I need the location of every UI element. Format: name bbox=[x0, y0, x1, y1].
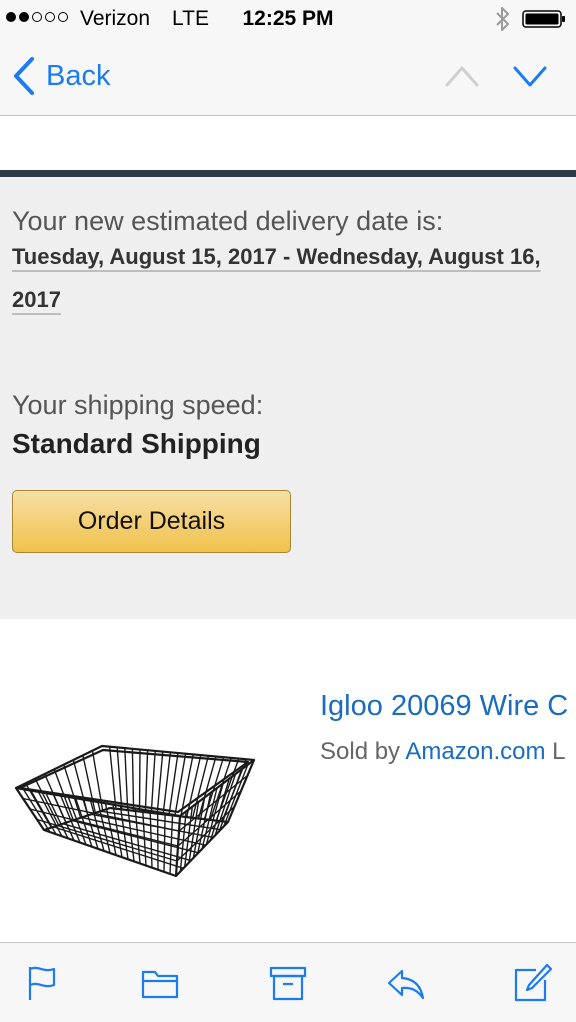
delivery-date-year: 2017 bbox=[12, 287, 61, 312]
seller-suffix: L bbox=[545, 738, 566, 765]
battery-icon bbox=[522, 10, 566, 28]
cropped-text-remnant bbox=[12, 103, 196, 116]
section-divider bbox=[0, 170, 576, 177]
delivery-date-label: Your new estimated delivery date is: bbox=[12, 206, 444, 236]
seller-link[interactable]: Amazon.com bbox=[405, 738, 545, 765]
back-label: Back bbox=[46, 59, 111, 92]
shipping-speed-value: Standard Shipping bbox=[12, 428, 261, 459]
flag-icon[interactable] bbox=[20, 961, 64, 1005]
delivery-date-range: Tuesday, August 15, 2017 - Wednesday, Au… bbox=[12, 244, 541, 269]
order-details-button[interactable]: Order Details bbox=[12, 490, 291, 553]
archive-icon[interactable] bbox=[266, 961, 310, 1005]
reply-icon[interactable] bbox=[384, 961, 428, 1005]
seller-line: Sold by Amazon.com L bbox=[320, 738, 565, 766]
sold-by-label: Sold by bbox=[320, 738, 406, 765]
chevron-up-icon[interactable] bbox=[444, 63, 480, 89]
chevron-down-icon[interactable] bbox=[512, 63, 548, 89]
bluetooth-icon bbox=[496, 6, 510, 38]
status-bar: Verizon LTE 12:25 PM bbox=[0, 0, 576, 38]
compose-icon[interactable] bbox=[510, 961, 554, 1005]
status-time: 12:25 PM bbox=[242, 7, 334, 30]
folder-icon[interactable] bbox=[138, 961, 182, 1005]
bottom-toolbar bbox=[0, 942, 576, 1022]
shipping-speed-label: Your shipping speed: bbox=[12, 390, 264, 420]
back-button[interactable]: Back bbox=[12, 54, 110, 98]
wire-basket-image[interactable] bbox=[10, 738, 260, 880]
product-title-link[interactable]: Igloo 20069 Wire C bbox=[320, 690, 568, 723]
chevron-left-icon bbox=[14, 57, 34, 95]
